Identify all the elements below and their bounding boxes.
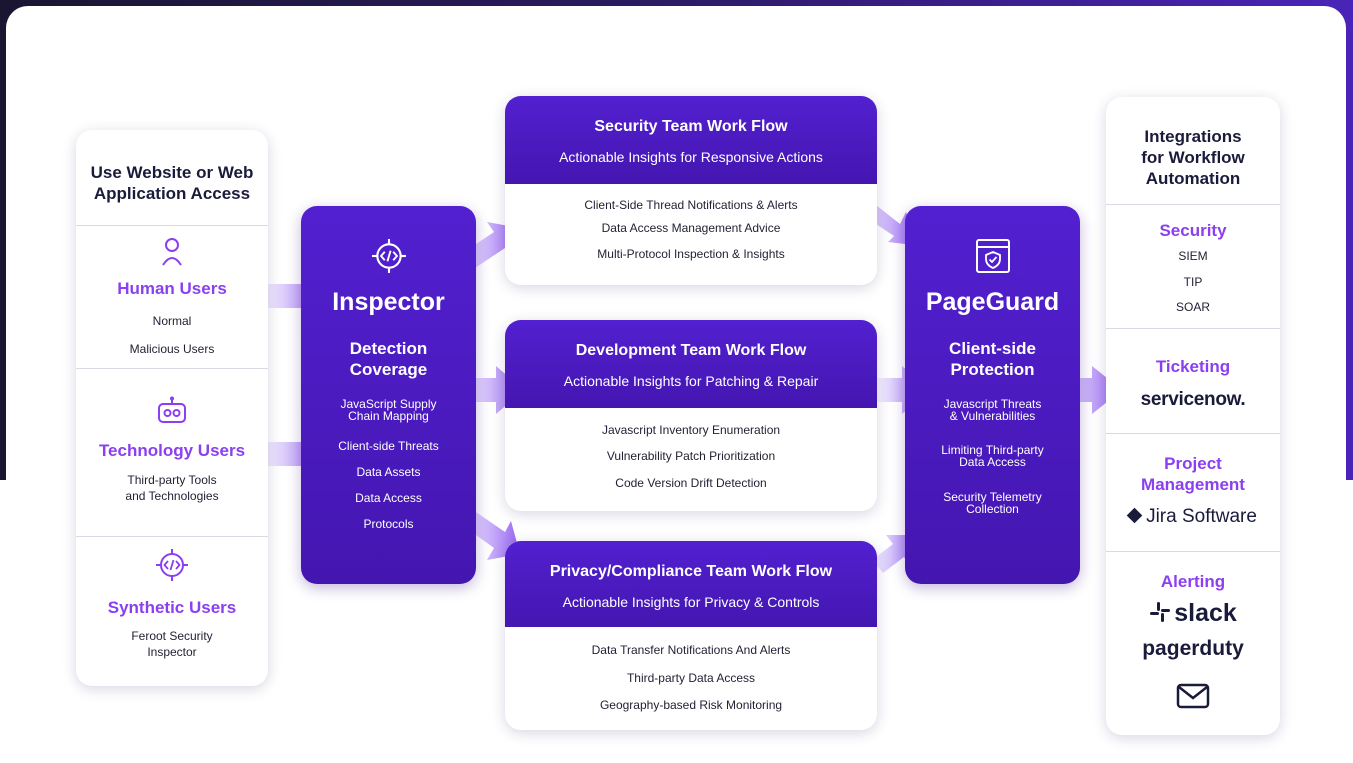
integrations-card: Integrations for Workflow Automation Sec… <box>1106 97 1280 735</box>
workflow-header: Development Team Work Flow Actionable In… <box>505 320 877 408</box>
development-workflow-card: Development Team Work Flow Actionable In… <box>505 320 877 511</box>
synthetic-users-item: Feroot Security <box>131 629 213 643</box>
robot-icon <box>158 396 186 423</box>
workflow-item: Javascript Inventory Enumeration <box>601 423 781 437</box>
slack-logo-row: slack <box>1106 599 1280 628</box>
workflow-subtitle: Actionable Insights for Responsive Actio… <box>559 149 823 165</box>
users-card-title: Use Website or Web Application Access <box>90 163 254 203</box>
human-users-item: Malicious Users <box>129 342 215 356</box>
inspector-subtitle: Coverage <box>349 360 428 379</box>
workflow-item: Vulnerability Patch Prioritization <box>606 449 776 463</box>
inspector-item: Chain Mapping <box>348 409 429 423</box>
divider <box>1106 433 1280 434</box>
pageguard-title: PageGuard <box>925 288 1060 316</box>
jira-diamond-icon <box>1126 507 1143 524</box>
integrations-title: Integrations <box>1144 127 1242 146</box>
shield-window-icon <box>975 239 1010 273</box>
inspector-card: Inspector Detection Coverage JavaScript … <box>301 206 476 584</box>
integrations-title: Automation <box>1145 169 1241 188</box>
workflow-subtitle: Actionable Insights for Privacy & Contro… <box>562 594 820 610</box>
user-icon <box>162 238 182 266</box>
pageguard-card: PageGuard Client-side Protection Javascr… <box>905 206 1080 584</box>
technology-users-item: and Technologies <box>125 489 219 503</box>
code-target-icon <box>371 239 406 273</box>
project-label: Project <box>1164 454 1222 473</box>
pageguard-item: Data Access <box>959 455 1026 469</box>
divider <box>1106 328 1280 329</box>
pagerduty-logo: pagerduty <box>1142 637 1244 660</box>
inspector-title: Inspector <box>332 288 445 316</box>
inspector-item: Data Assets <box>356 465 421 479</box>
workflow-item: Multi-Protocol Inspection & Insights <box>597 247 785 261</box>
pageguard-item: Collection <box>966 502 1019 516</box>
users-card: Use Website or Web Application Access Hu… <box>76 130 268 686</box>
divider <box>76 368 268 369</box>
privacy-workflow-card: Privacy/Compliance Team Work Flow Action… <box>505 541 877 730</box>
technology-users-label: Technology Users <box>98 441 246 460</box>
security-item: TIP <box>1183 275 1203 289</box>
technology-users-item: Third-party Tools <box>127 473 217 487</box>
workflow-title: Security Team Work Flow <box>594 118 788 135</box>
workflow-item: Code Version Drift Detection <box>615 476 767 490</box>
jira-logo-row: Jira Software <box>1106 506 1280 528</box>
human-users-item: Normal <box>152 314 192 328</box>
security-item: SIEM <box>1178 249 1208 263</box>
slack-icon <box>1150 602 1171 622</box>
ticketing-label: Ticketing <box>1155 357 1231 376</box>
alerting-label: Alerting <box>1160 572 1226 591</box>
workflow-title: Development Team Work Flow <box>575 342 807 359</box>
integrations-title: for Workflow <box>1141 148 1245 167</box>
synthetic-users-label: Synthetic Users <box>107 598 237 617</box>
inspector-subtitle: Detection <box>349 339 428 358</box>
pageguard-subtitle: Client-side <box>949 339 1036 358</box>
divider <box>76 225 268 226</box>
divider <box>76 536 268 537</box>
divider <box>1106 204 1280 205</box>
project-label: Management <box>1141 475 1245 494</box>
inspector-item: Client-side Threats <box>338 439 439 453</box>
synthetic-users-item: Inspector <box>147 645 197 659</box>
code-target-icon <box>156 549 188 581</box>
workflow-item: Data Transfer Notifications And Alerts <box>591 643 791 657</box>
security-item: SOAR <box>1175 300 1210 314</box>
mail-icon <box>1176 683 1210 709</box>
workflow-header: Privacy/Compliance Team Work Flow Action… <box>505 541 877 627</box>
human-users-label: Human Users <box>117 279 227 298</box>
security-workflow-card: Security Team Work Flow Actionable Insig… <box>505 96 877 285</box>
workflow-item: Client-Side Thread Notifications & Alert… <box>584 198 798 212</box>
jira-logo: Jira Software <box>1146 506 1257 527</box>
pageguard-subtitle: Protection <box>950 360 1035 379</box>
divider <box>1106 551 1280 552</box>
pageguard-item: & Vulnerabilities <box>949 409 1036 423</box>
servicenow-logo: servicenow. <box>1140 389 1246 410</box>
workflow-subtitle: Actionable Insights for Patching & Repai… <box>563 373 819 389</box>
workflow-header: Security Team Work Flow Actionable Insig… <box>505 96 877 184</box>
security-label: Security <box>1159 221 1227 240</box>
slack-logo: slack <box>1174 599 1237 627</box>
inspector-item: Data Access <box>355 491 422 505</box>
workflow-title: Privacy/Compliance Team Work Flow <box>549 563 833 580</box>
workflow-item: Third-party Data Access <box>626 671 756 685</box>
inspector-item: Protocols <box>363 517 414 531</box>
workflow-item: Geography-based Risk Monitoring <box>599 698 783 712</box>
workflow-item: Data Access Management Advice <box>601 221 781 235</box>
